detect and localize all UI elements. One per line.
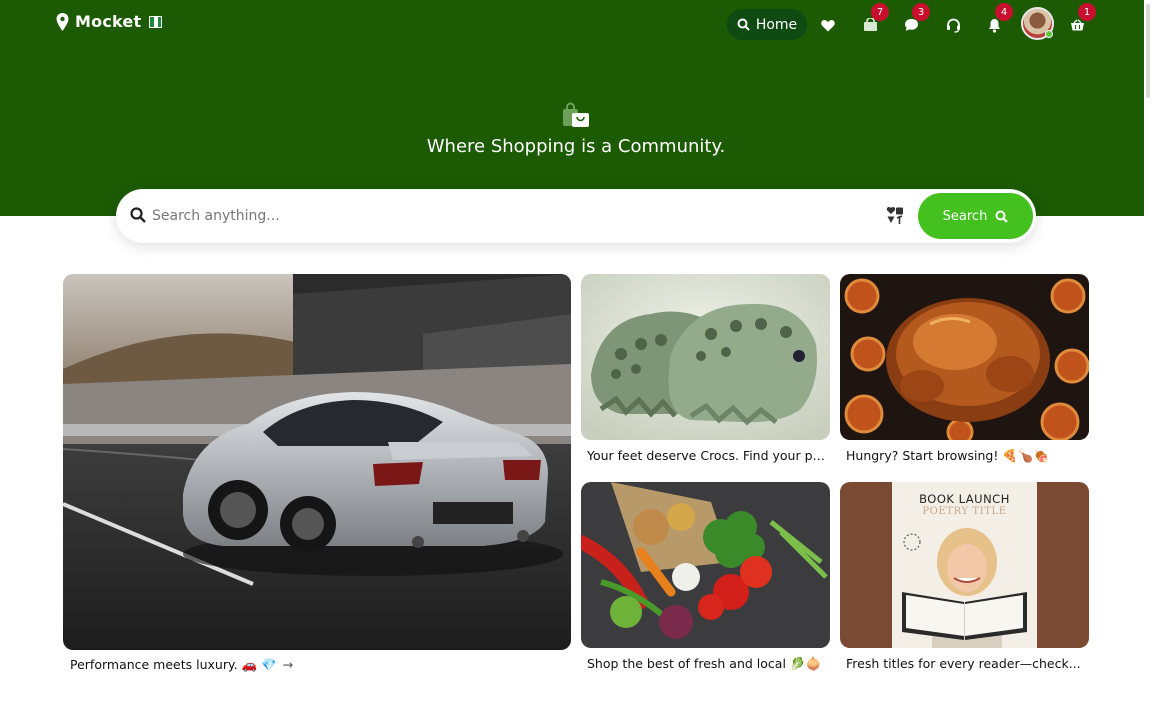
product-card-image-car[interactable] bbox=[63, 274, 571, 650]
online-status-dot bbox=[1045, 30, 1053, 38]
flag-icon bbox=[149, 15, 163, 28]
support-icon bbox=[946, 18, 960, 33]
product-caption-crocs[interactable]: Your feet deserve Crocs. Find your pai..… bbox=[587, 448, 827, 463]
home-label: Home bbox=[755, 16, 798, 33]
location-pin-icon bbox=[56, 12, 69, 31]
card-caption: Performance meets luxury. 🚗 💎 bbox=[70, 657, 277, 672]
search-button-label: Search bbox=[942, 208, 988, 224]
search-icon bbox=[995, 210, 1009, 223]
product-caption-vegetables[interactable]: Shop the best of fresh and local 🥬🧅 bbox=[587, 656, 827, 672]
product-caption-car[interactable]: Performance meets luxury. 🚗 💎 → bbox=[70, 657, 350, 673]
product-card-image-book[interactable]: BOOK LAUNCH POETRY TITLE bbox=[840, 482, 1089, 648]
heart-icon bbox=[821, 19, 835, 31]
brand-logo[interactable]: Mocket bbox=[56, 12, 163, 31]
product-card-image-crocs[interactable] bbox=[581, 274, 830, 440]
user-avatar[interactable] bbox=[1021, 7, 1054, 40]
search-button[interactable]: Search bbox=[918, 193, 1033, 239]
book-title: BOOK LAUNCH bbox=[919, 492, 1010, 506]
search-icon bbox=[130, 207, 146, 223]
search-icon bbox=[737, 18, 750, 31]
brand-name: Mocket bbox=[75, 12, 142, 31]
messages-badge: 3 bbox=[912, 3, 930, 21]
arrow-right-icon: → bbox=[282, 657, 294, 672]
book-poster: BOOK LAUNCH POETRY TITLE bbox=[892, 482, 1037, 648]
cart-icon bbox=[1070, 18, 1084, 30]
product-card-image-chicken[interactable] bbox=[840, 274, 1089, 440]
search-mode-icon[interactable] bbox=[886, 206, 904, 224]
shop-badge: 7 bbox=[871, 3, 889, 21]
notifications-button[interactable]: 4 bbox=[983, 3, 1013, 36]
favorites-button[interactable] bbox=[817, 14, 839, 36]
search-bar: Search bbox=[116, 189, 1036, 243]
cart-badge: 1 bbox=[1078, 3, 1096, 21]
book-subtitle: POETRY TITLE bbox=[922, 506, 1007, 517]
hero-content: Where Shopping is a Community. bbox=[0, 102, 1152, 157]
support-button[interactable] bbox=[942, 14, 964, 36]
messages-button[interactable]: 3 bbox=[900, 3, 930, 36]
product-caption-chicken[interactable]: Hungry? Start browsing! 🍕🍗🍖 bbox=[846, 448, 1086, 464]
product-card-image-vegetables[interactable] bbox=[581, 482, 830, 648]
hero-tagline: Where Shopping is a Community. bbox=[426, 136, 726, 157]
product-caption-book[interactable]: Fresh titles for every reader—check... bbox=[846, 656, 1086, 671]
notifications-badge: 4 bbox=[995, 3, 1013, 21]
shop-button[interactable]: 7 bbox=[859, 3, 889, 36]
reader-illustration bbox=[902, 528, 1027, 648]
search-input[interactable] bbox=[152, 204, 872, 228]
shopping-bag-icon bbox=[561, 102, 591, 128]
home-button[interactable]: Home bbox=[727, 9, 807, 40]
cart-button[interactable]: 1 bbox=[1066, 3, 1096, 36]
scrollbar-thumb[interactable] bbox=[1146, 4, 1150, 98]
